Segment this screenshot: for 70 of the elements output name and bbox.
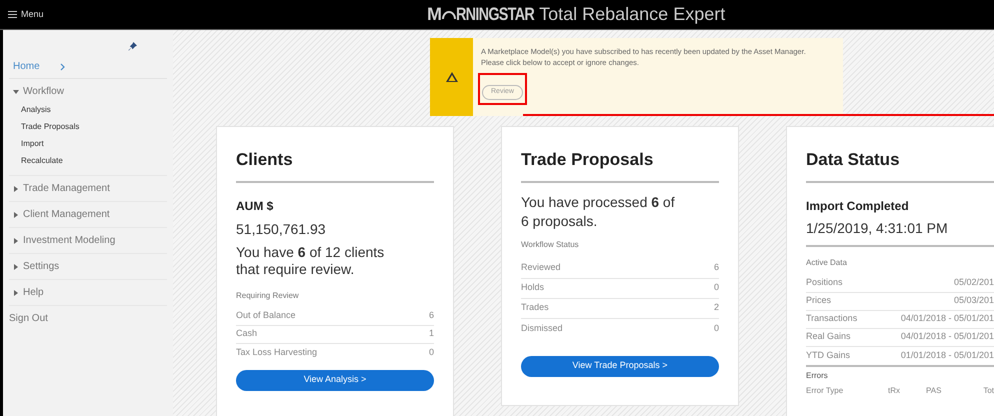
clients-summary: You have 6 of 12 clients that require review.	[236, 244, 386, 278]
logo-text: RNINGSTAR	[456, 5, 534, 23]
product-title: Total Rebalance Expert	[539, 5, 726, 23]
menu-button[interactable]: Menu	[8, 8, 44, 22]
sidebar-group[interactable]: Investment Modeling	[9, 228, 167, 253]
section-label: Workflow Status	[521, 238, 580, 250]
caret-right-icon	[13, 238, 19, 244]
row-label: Reviewed	[521, 261, 561, 274]
row-label: Real Gains	[806, 330, 851, 344]
row-value: 05/03/201	[954, 294, 994, 308]
row-value: 2	[714, 301, 719, 314]
pin-icon[interactable]	[128, 42, 137, 51]
sidebar-group[interactable]: Workflow	[9, 79, 167, 104]
row-label: Trades	[521, 301, 549, 314]
row-label: YTD Gains	[806, 348, 850, 362]
row-label: Positions	[806, 276, 843, 290]
aum-value: 51,150,761.93	[236, 220, 327, 238]
caret-right-icon	[13, 290, 19, 296]
caret-right-icon	[13, 212, 19, 218]
section-label: Active Data	[806, 256, 848, 268]
row-value: 04/01/2018 - 05/01/201	[900, 312, 994, 326]
column-header: tRx	[888, 384, 901, 396]
caret-right-icon	[13, 264, 19, 270]
sidebar-item[interactable]: Trade Proposals	[21, 121, 167, 133]
row-value: 0	[714, 322, 719, 335]
card-title: Clients	[236, 147, 434, 182]
card-title: Trade Proposals	[521, 147, 719, 182]
menu-icon	[8, 11, 17, 18]
column-header: Error Type	[806, 384, 844, 396]
sidebar-item[interactable]: Import	[21, 138, 167, 150]
row-value: 6	[714, 261, 719, 274]
sidebar-group[interactable]: Trade Management	[9, 176, 167, 201]
sidebar-group[interactable]: Client Management	[9, 202, 167, 227]
alert-icon	[444, 71, 458, 83]
row-label: Dismissed	[521, 322, 563, 335]
caret-right-icon	[13, 186, 19, 192]
logo-text: M	[427, 5, 442, 23]
caret-down-icon	[13, 88, 19, 94]
proposals-summary: You have processed 6 of 6 proposals.	[521, 192, 676, 230]
row-value: 1	[428, 327, 434, 340]
row-value: 0	[428, 346, 434, 359]
row-label: Cash	[236, 327, 258, 340]
aum-label: AUM $	[236, 198, 274, 214]
column-header: PAS	[926, 384, 942, 396]
errors-label: Errors	[806, 370, 829, 382]
sidebar-group[interactable]: Settings	[9, 254, 167, 279]
section-label: Requiring Review	[236, 290, 300, 302]
sidebar-group[interactable]: Help	[9, 280, 167, 305]
view-trade-proposals-button[interactable]: View Trade Proposals >	[521, 356, 719, 376]
import-time: 1/25/2019, 4:31:01 PM	[806, 218, 994, 246]
sidebar-item[interactable]: Analysis	[21, 104, 167, 116]
row-value: 05/02/201	[954, 276, 994, 290]
chevron-right-icon	[60, 62, 65, 70]
row-value: 04/01/2018 - 05/01/201	[900, 330, 994, 344]
row-value: 6	[428, 309, 434, 322]
column-header: Tot	[983, 384, 994, 396]
logo-arc-icon	[442, 9, 456, 19]
import-label: Import Completed	[806, 198, 910, 214]
row-value: 0	[714, 281, 719, 294]
sidebar-item[interactable]: Recalculate	[21, 155, 167, 167]
row-label: Transactions	[806, 312, 858, 326]
row-value: 01/01/2018 - 05/01/201	[900, 348, 994, 362]
row-label: Tax Loss Harvesting	[236, 346, 318, 359]
sidebar-item[interactable]: Sign Out	[9, 306, 167, 331]
row-label: Holds	[521, 281, 544, 294]
card-title: Data Status	[806, 147, 994, 182]
view-analysis-button[interactable]: View Analysis >	[236, 370, 434, 390]
row-label: Out of Balance	[236, 309, 296, 322]
row-label: Prices	[806, 294, 832, 308]
home-link[interactable]: Home	[13, 59, 40, 74]
